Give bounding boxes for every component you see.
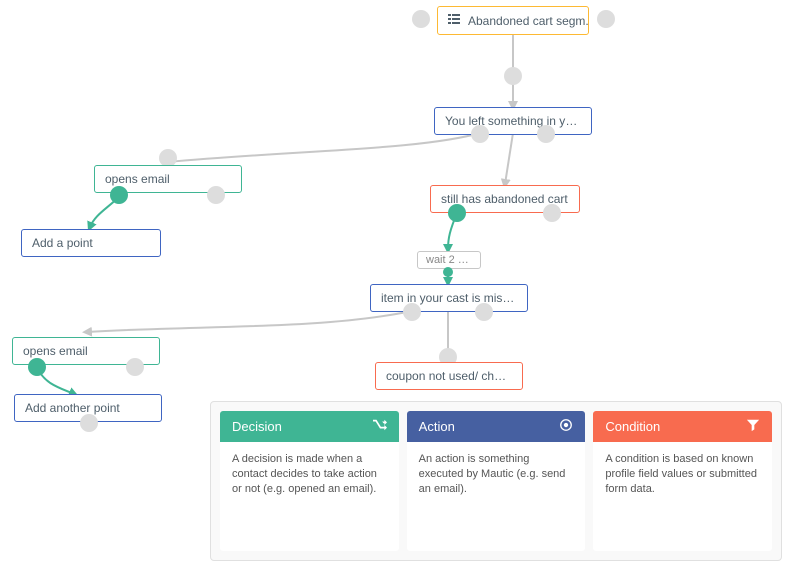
anchor-opens1-yes[interactable] <box>110 186 128 204</box>
toolbox-condition-title: Condition <box>605 419 660 434</box>
anchor-email1-bl[interactable] <box>471 125 489 143</box>
node-coupon[interactable]: coupon not used/ checkin... <box>375 362 523 390</box>
node-wait-2-days-label: wait 2 days <box>426 254 481 266</box>
node-item-missing[interactable]: item in your cast is missin... <box>370 284 528 312</box>
anchor-wait-bottom[interactable] <box>443 267 453 277</box>
node-item-missing-label: item in your cast is missin... <box>381 291 528 305</box>
toolbox-decision[interactable]: Decision A decision is made when a conta… <box>220 411 399 551</box>
node-start-segment[interactable]: Abandoned cart segm... <box>437 6 589 35</box>
list-icon <box>448 13 460 28</box>
node-opens-email-2-label: opens email <box>23 344 88 358</box>
anchor-start-bottom[interactable] <box>504 67 522 85</box>
toolbox-decision-title: Decision <box>232 419 282 434</box>
node-add-point-label: Add a point <box>32 236 93 250</box>
node-add-another-point-label: Add another point <box>25 401 120 415</box>
anchor-opens2-yes[interactable] <box>28 358 46 376</box>
toolbox-condition[interactable]: Condition A condition is based on known … <box>593 411 772 551</box>
anchor-itemmissing-br[interactable] <box>475 303 493 321</box>
anchor-opens1-no[interactable] <box>207 186 225 204</box>
node-email-1-label: You left something in you... <box>445 114 589 128</box>
anchor-email1-br[interactable] <box>537 125 555 143</box>
anchor-start-right[interactable] <box>597 10 615 28</box>
toolbox-action-desc: An action is something executed by Mauti… <box>407 442 586 507</box>
node-add-point[interactable]: Add a point <box>21 229 161 257</box>
toolbox-action-title: Action <box>419 419 455 434</box>
node-start-label: Abandoned cart segm... <box>468 14 589 28</box>
anchor-stillcart-yes[interactable] <box>448 204 466 222</box>
toolbox-condition-desc: A condition is based on known profile fi… <box>593 442 772 507</box>
anchor-opens2-no[interactable] <box>126 358 144 376</box>
anchor-stillcart-no[interactable] <box>543 204 561 222</box>
filter-icon <box>746 418 760 435</box>
node-opens-email-1-label: opens email <box>105 172 170 186</box>
shuffle-icon <box>373 418 387 435</box>
anchor-start-left[interactable] <box>412 10 430 28</box>
toolbox-decision-desc: A decision is made when a contact decide… <box>220 442 399 507</box>
event-toolbox: Decision A decision is made when a conta… <box>210 401 782 561</box>
toolbox-action[interactable]: Action An action is something executed b… <box>407 411 586 551</box>
anchor-itemmissing-bl[interactable] <box>403 303 421 321</box>
anchor-another-bottom[interactable] <box>80 414 98 432</box>
node-coupon-label: coupon not used/ checkin... <box>386 369 523 383</box>
node-email-1[interactable]: You left something in you... <box>434 107 592 135</box>
target-icon <box>559 418 573 435</box>
